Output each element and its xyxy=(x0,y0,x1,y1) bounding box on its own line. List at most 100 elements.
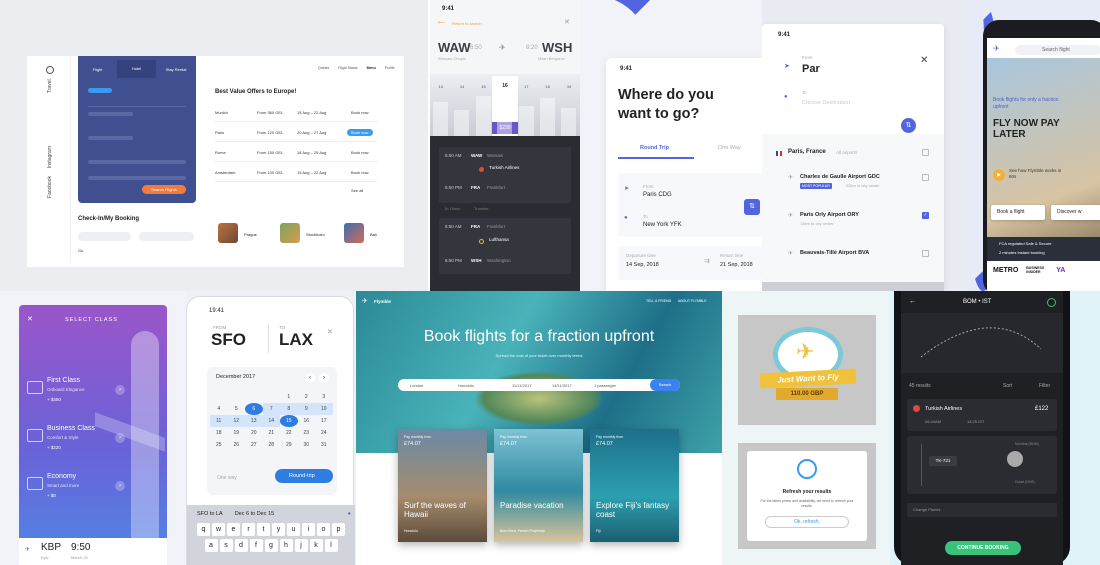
nav-menu[interactable]: Menu xyxy=(367,66,376,70)
keyboard-key[interactable]: k xyxy=(309,539,323,552)
tab-round-trip[interactable]: Round Trip xyxy=(640,145,669,151)
return-input[interactable]: 14/11/2017 xyxy=(548,383,590,388)
keyboard-key[interactable]: f xyxy=(249,539,263,552)
close-icon[interactable]: ✕ xyxy=(564,18,570,26)
calendar-day[interactable]: 2 xyxy=(298,391,316,403)
calendar-day[interactable]: 14 xyxy=(262,415,280,427)
calendar-day[interactable]: 21 xyxy=(263,427,281,439)
stockholm-thumb[interactable] xyxy=(280,223,300,243)
keyboard-key[interactable]: p xyxy=(332,523,345,536)
tab-stay-rental[interactable]: Stay Rental xyxy=(156,67,196,72)
play-icon[interactable]: ▶ xyxy=(993,169,1005,181)
calendar-day[interactable]: 17 xyxy=(315,415,333,427)
calendar-day[interactable]: 6 xyxy=(245,403,263,415)
keyboard-key[interactable]: s xyxy=(219,539,233,552)
back-arrow-icon[interactable]: ← xyxy=(909,298,916,305)
chevron-right-icon[interactable]: › xyxy=(115,433,125,443)
calendar-day[interactable]: 30 xyxy=(298,439,316,451)
from-input[interactable]: Par xyxy=(802,63,820,75)
calendar-day[interactable]: 7 xyxy=(262,403,280,415)
book-now-button[interactable]: Book now xyxy=(347,109,373,116)
book-now-button[interactable]: Book now xyxy=(347,169,373,176)
tab-one-way[interactable]: One Way xyxy=(718,145,741,151)
calendar-day[interactable]: 31 xyxy=(315,439,333,451)
nav-tell-friend[interactable]: TELL A FRIEND xyxy=(646,299,671,303)
to-input[interactable]: Honolulu xyxy=(450,383,506,388)
discover-button[interactable]: Discover w xyxy=(1051,205,1100,220)
calendar-day[interactable]: 18 xyxy=(210,427,228,439)
keyboard-key[interactable]: a xyxy=(204,539,218,552)
destination-card[interactable]: Pay monthly from £74.07 Paradise vacation B… xyxy=(494,429,583,542)
next-month-button[interactable]: › xyxy=(319,373,329,383)
keyboard-key[interactable]: e xyxy=(227,523,240,536)
from-code[interactable]: SFO xyxy=(211,330,246,350)
calendar-day[interactable]: 26 xyxy=(228,439,246,451)
continue-booking-button[interactable]: CONTINUE BOOKING xyxy=(945,541,1021,555)
trip-type-toggle[interactable] xyxy=(88,88,112,93)
day-cell[interactable]: 17 xyxy=(516,84,537,89)
booking-code-input[interactable] xyxy=(139,232,194,241)
close-icon[interactable]: ✕ xyxy=(327,328,333,336)
calendar-day[interactable]: 15 xyxy=(280,415,298,427)
keyboard-key[interactable]: u xyxy=(287,523,300,536)
calendar-day[interactable]: 12 xyxy=(227,415,245,427)
keyboard-key[interactable]: g xyxy=(264,539,278,552)
passengers-field[interactable] xyxy=(88,176,186,180)
favorite-icon[interactable] xyxy=(1047,298,1056,307)
calendar-day[interactable]: 23 xyxy=(298,427,316,439)
class-name[interactable]: Business Class xyxy=(47,425,95,432)
close-icon[interactable]: ✕ xyxy=(920,55,928,66)
filter-button[interactable]: Filter xyxy=(1039,383,1050,389)
offer-row[interactable]: Paris From 120 GEL 20 Aug – 27 Aug Book now xyxy=(215,123,377,142)
to-input[interactable]: Choose Destination xyxy=(802,100,850,106)
book-now-button[interactable]: Book now xyxy=(347,129,373,136)
offer-row[interactable]: Amsterdam From 100 GEL 15 Aug – 22 Aug Book… xyxy=(215,163,377,182)
calendar-day[interactable]: 11 xyxy=(210,415,228,427)
keyboard-key[interactable]: i xyxy=(302,523,315,536)
prev-month-button[interactable]: ‹ xyxy=(305,373,315,383)
dates-field[interactable] xyxy=(88,160,186,164)
airport-checkbox[interactable]: ✓ xyxy=(922,212,929,219)
leg-2-card[interactable]: 6:50 AM FRA Frankfurt Lufthansa 6:50 PM … xyxy=(439,218,571,274)
leg-1-card[interactable]: 6:50 AM WAW Warsaw Turkish Airlines 6:50… xyxy=(439,147,571,203)
keyboard-key[interactable]: y xyxy=(272,523,285,536)
airport-checkbox[interactable] xyxy=(922,174,929,181)
airport-name[interactable]: Charles de Gaulle Airport GDC xyxy=(800,174,880,180)
calendar-day[interactable]: 9 xyxy=(297,403,315,415)
book-now-button[interactable]: Book now xyxy=(347,149,373,156)
to-value[interactable]: New York YFK xyxy=(643,222,682,228)
class-name[interactable]: First Class xyxy=(47,377,80,384)
sort-button[interactable]: Sort xyxy=(1003,383,1012,389)
suggestion-left[interactable]: SFO to LA xyxy=(191,511,223,517)
passengers-input[interactable]: 1 passenger xyxy=(590,383,650,388)
keyboard-key[interactable]: d xyxy=(234,539,248,552)
to-code[interactable]: LAX xyxy=(279,330,313,350)
class-name[interactable]: Economy xyxy=(47,473,76,480)
calendar-day[interactable]: 4 xyxy=(210,403,228,415)
round-trip-button[interactable]: Round-trip xyxy=(275,469,333,483)
calendar-day[interactable]: 5 xyxy=(228,403,246,415)
destination-field[interactable] xyxy=(88,136,133,140)
result-card[interactable]: Turkish Airlines £122 06:40AM 14:25 IST xyxy=(907,399,1057,431)
search-button[interactable]: Search xyxy=(650,379,680,391)
book-flight-button[interactable]: Book a flight xyxy=(991,205,1045,220)
refresh-button[interactable]: Ok, refresh. xyxy=(765,516,849,528)
day-cell[interactable]: 19 xyxy=(558,84,579,89)
chevron-right-icon[interactable]: › xyxy=(115,385,125,395)
nav-flight-status[interactable]: Flight Status xyxy=(338,66,357,70)
return-to-search-link[interactable]: Return to search xyxy=(452,21,482,26)
calendar-day[interactable]: 8 xyxy=(280,403,298,415)
nav-profile[interactable]: Profile xyxy=(385,66,395,70)
day-cell[interactable]: 15 xyxy=(473,84,494,89)
origin-field[interactable] xyxy=(88,112,133,116)
mic-icon[interactable]: ● xyxy=(348,511,351,517)
keyboard-key[interactable]: w xyxy=(212,523,225,536)
airport-name[interactable]: Beauvais-Tillé Airport BVA xyxy=(800,250,869,256)
search-flights-button[interactable]: Search Flights xyxy=(142,185,186,194)
one-way-toggle[interactable]: One way xyxy=(217,475,237,481)
chevron-right-icon[interactable]: › xyxy=(115,481,125,491)
video-link[interactable]: See how Flymble works in 60s xyxy=(1009,168,1064,180)
calendar-day[interactable]: 10 xyxy=(315,403,333,415)
search-flight-input[interactable]: Search flight xyxy=(1015,45,1100,55)
departure-input[interactable]: 11/11/2017 xyxy=(506,383,548,388)
